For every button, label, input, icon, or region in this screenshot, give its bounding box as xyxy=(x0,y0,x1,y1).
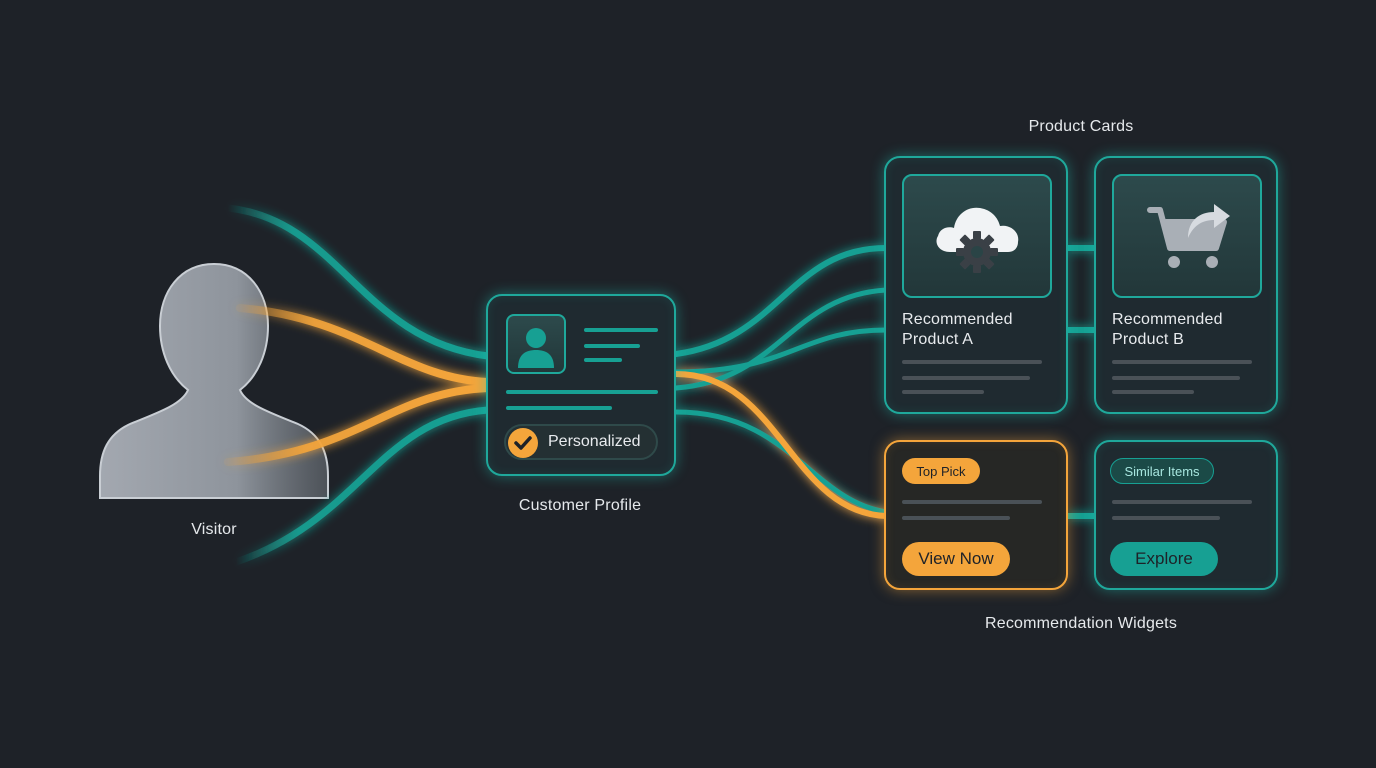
product-b-line xyxy=(1112,360,1252,364)
product-a-image xyxy=(902,174,1052,298)
product-card-b[interactable]: Recommended Product B xyxy=(1094,156,1278,414)
card-connectors xyxy=(1068,245,1096,519)
customer-profile-label: Customer Profile xyxy=(518,497,642,514)
similar-items-line xyxy=(1112,500,1252,504)
check-icon xyxy=(508,428,538,458)
explore-button[interactable]: Explore xyxy=(1110,542,1218,576)
avatar xyxy=(506,314,566,374)
product-a-line xyxy=(902,360,1042,364)
personalized-label: Personalized xyxy=(548,433,641,450)
cloud-gear-icon xyxy=(936,207,1019,273)
view-now-button[interactable]: View Now xyxy=(902,542,1010,576)
product-b-image xyxy=(1112,174,1262,298)
similar-items-tag: Similar Items xyxy=(1110,458,1214,484)
top-pick-line xyxy=(902,500,1042,504)
product-b-line xyxy=(1112,376,1240,380)
profile-line xyxy=(506,390,658,394)
product-cards-label: Product Cards xyxy=(1028,118,1134,135)
recommendation-widgets-label: Recommendation Widgets xyxy=(984,615,1178,632)
profile-to-cards-flows xyxy=(673,245,889,519)
top-pick-line xyxy=(902,516,1010,520)
top-pick-tag: Top Pick xyxy=(902,458,980,484)
profile-line xyxy=(584,358,622,362)
similar-items-line xyxy=(1112,516,1220,520)
profile-line xyxy=(584,328,658,332)
personalized-badge: Personalized xyxy=(504,424,658,460)
profile-line xyxy=(584,344,640,348)
similar-items-widget[interactable]: Similar Items Explore xyxy=(1094,440,1278,590)
product-card-a[interactable]: Recommended Product A xyxy=(884,156,1068,414)
product-a-line xyxy=(902,390,984,394)
visitor-label: Visitor xyxy=(191,521,237,538)
customer-profile-card[interactable]: Personalized xyxy=(486,294,676,476)
top-pick-widget[interactable]: Top Pick View Now xyxy=(884,440,1068,590)
cart-share-icon xyxy=(1147,204,1230,268)
product-b-line xyxy=(1112,390,1194,394)
product-b-title: Recommended Product B xyxy=(1112,311,1223,348)
visitor-silhouette-icon xyxy=(99,262,329,499)
visitor-to-profile-flows xyxy=(224,204,492,566)
product-a-title: Recommended Product A xyxy=(902,311,1013,348)
user-icon xyxy=(518,328,554,368)
product-a-line xyxy=(902,376,1030,380)
profile-line xyxy=(506,406,612,410)
